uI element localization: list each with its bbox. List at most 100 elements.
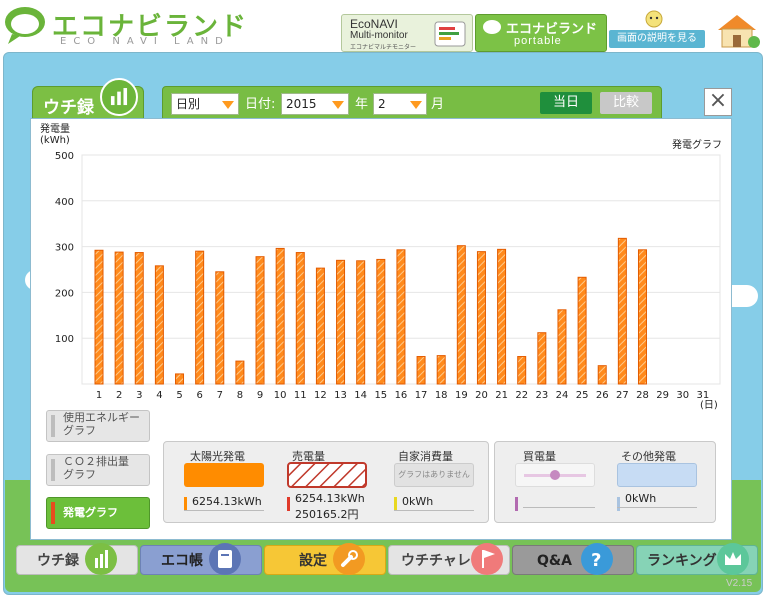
x-tick-label: 17 [415,390,428,401]
notebook-icon [209,543,241,575]
nav-qa[interactable]: Q&A ? [512,543,634,575]
portable-button[interactable]: エコナビランド portable [475,14,607,52]
legend-bought-title: 買電量 [523,450,556,463]
bar-day-27 [617,237,627,385]
dropdown-arrow-icon [410,101,422,109]
y-tick-label: 300 [55,243,74,254]
bar-day-22 [517,356,527,385]
x-tick-label: 8 [237,390,243,401]
nav-ecocho-label: エコ帳 [161,553,203,569]
legend-solar-title: 太陽光発電 [190,450,245,463]
year-select[interactable]: 2015 [281,93,349,115]
chart-title: 発電グラフ [672,138,722,151]
logo-subtext: ECO NAVI LAND [60,36,230,47]
x-tick-label: 6 [196,390,202,401]
nav-settings-label: 設定 [299,553,327,569]
logo-bubble-icon [5,7,45,44]
econavi-multimonitor-button[interactable]: EcoNAVI Multi-monitor エコナビマルチモニター [341,14,473,52]
x-tick-label: 30 [676,390,689,401]
bar-day-28 [637,249,647,385]
y-tick-label: 400 [55,197,74,208]
legend-sold-value: 6254.13kWh [295,492,365,505]
nav-uchiroku-label: ウチ録 [37,553,79,569]
legend-solar-value: 6254.13kWh [192,495,262,508]
svg-text:?: ? [591,550,601,571]
compare-button[interactable]: 比較 [600,92,652,114]
bar-day-16 [396,249,406,385]
legend-underline [394,510,474,511]
x-tick-label: 28 [636,390,649,401]
nav-ranking[interactable]: ランキング [636,543,758,575]
tab-label: ウチ録 [43,98,94,118]
today-button[interactable]: 当日 [540,92,592,114]
bar-day-24 [557,309,567,385]
energy-graph-button[interactable]: 使用エネルギー グラフ [46,410,150,442]
legend-sub: 買電量 その他発電 0kWh [494,441,716,523]
portable-subtitle: portable [514,35,562,47]
nav-uchiroku[interactable]: ウチ録 [16,543,138,575]
nav-uchichare-label: ウチチャレ [401,553,471,569]
nav-qa-label: Q&A [537,553,572,569]
x-axis-label: (日) [700,400,718,411]
bar-day-12 [315,267,325,385]
econavi-title: EcoNAVI [350,17,398,31]
dropdown-arrow-icon [222,101,234,109]
bar-day-17 [416,356,426,385]
period-select[interactable]: 日別 [171,93,239,115]
x-tick-label: 3 [136,390,142,401]
co2-graph-label: ＣＯ２排出量 グラフ [63,455,129,481]
y-tick-label: 200 [55,288,74,299]
power-graph-label: 発電グラフ [63,506,118,519]
bar-day-5 [175,373,185,385]
power-graph-button[interactable]: 発電グラフ [46,497,150,529]
co2-graph-button[interactable]: ＣＯ２排出量 グラフ [46,454,150,486]
nav-settings[interactable]: 設定 [264,543,386,575]
legend-sold-yen: 250165.2円 [295,508,359,521]
x-tick-label: 20 [475,390,488,401]
bar-day-1 [94,249,104,385]
legend-other-value: 0kWh [625,492,657,505]
home-icon[interactable] [712,12,762,50]
legend-mark [184,497,187,511]
monitor-icon [434,21,466,47]
bar-day-4 [154,265,164,385]
bar-day-7 [215,271,225,385]
x-tick-label: 15 [374,390,387,401]
legend-self-value: 0kWh [402,495,434,508]
legend-mark [287,497,290,511]
month-select[interactable]: 2 [373,93,427,115]
side-indicator [51,415,55,437]
x-tick-label: 24 [556,390,569,401]
nav-uchichare[interactable]: ウチチャレ [388,543,510,575]
close-button[interactable]: × [704,88,732,116]
legend-self-swatch: グラフはありません [394,463,474,487]
x-tick-label: 19 [455,390,468,401]
flag-icon [471,543,503,575]
x-tick-label: 10 [274,390,287,401]
x-tick-label: 25 [576,390,589,401]
month-value: 2 [378,97,386,111]
month-suffix: 月 [431,97,445,112]
energy-graph-label: 使用エネルギー グラフ [63,411,140,437]
period-value: 日別 [176,97,201,111]
bar-day-3 [134,252,144,385]
side-indicator [51,502,55,524]
x-tick-label: 9 [257,390,263,401]
econavi-subtitle: Multi-monitor [350,30,408,41]
help-button[interactable]: 画面の説明を見る [609,30,705,48]
x-tick-label: 16 [395,390,408,401]
bar-day-23 [537,332,547,385]
x-tick-label: 7 [217,390,223,401]
x-tick-label: 5 [176,390,182,401]
legend-mark [617,497,620,511]
x-tick-label: 14 [354,390,367,401]
x-tick-label: 11 [294,390,307,401]
crown-icon [717,543,749,575]
x-tick-label: 31 [697,390,710,401]
y-axis-label: 発電量 (kWh) [40,122,73,146]
bar-chart-icon [85,543,117,575]
x-tick-label: 18 [435,390,448,401]
version-label: V2.15 [726,578,753,589]
nav-ecocho[interactable]: エコ帳 [140,543,262,575]
x-tick-label: 26 [596,390,609,401]
